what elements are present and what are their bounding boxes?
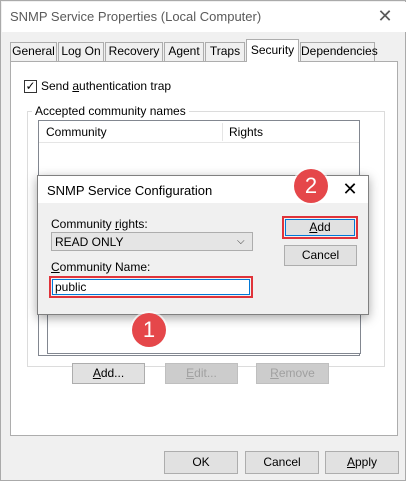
community-rights-value: READ ONLY bbox=[55, 235, 124, 249]
remove-community-button[interactable]: Remove bbox=[256, 363, 329, 384]
checkmark-icon: ✓ bbox=[25, 79, 36, 93]
community-name-label: Community Name: bbox=[51, 260, 151, 274]
community-rights-label: Community rights: bbox=[51, 217, 148, 231]
apply-button[interactable]: Apply bbox=[325, 451, 399, 474]
send-auth-trap-checkbox[interactable]: ✓ bbox=[24, 80, 37, 93]
rights-column-header[interactable]: Rights bbox=[229, 125, 263, 139]
community-rights-select[interactable]: READ ONLY ⌵ bbox=[51, 232, 253, 251]
step-badge-1: 1 bbox=[132, 313, 166, 347]
window-title: SNMP Service Properties (Local Computer) bbox=[10, 9, 262, 24]
tab-agent[interactable]: Agent bbox=[164, 42, 204, 61]
tab-traps[interactable]: Traps bbox=[205, 42, 245, 61]
tab-general[interactable]: General bbox=[10, 42, 57, 61]
dialog-cancel-button[interactable]: Cancel bbox=[284, 245, 357, 266]
step-badge-2: 2 bbox=[294, 169, 328, 203]
community-column-header[interactable]: Community bbox=[46, 125, 107, 139]
column-divider bbox=[222, 123, 223, 141]
community-name-value: public bbox=[55, 280, 87, 294]
tab-security[interactable]: Security bbox=[246, 39, 299, 62]
add-community-button[interactable]: Add... bbox=[72, 363, 145, 384]
tab-dependencies[interactable]: Dependencies bbox=[300, 42, 378, 61]
dialog-add-button[interactable]: Add bbox=[285, 219, 355, 236]
accepted-community-label: Accepted community names bbox=[32, 104, 189, 118]
close-icon[interactable]: ✕ bbox=[375, 6, 395, 26]
dialog-close-icon[interactable]: ✕ bbox=[340, 179, 360, 199]
cancel-button[interactable]: Cancel bbox=[245, 451, 319, 474]
dialog-title: SNMP Service Configuration bbox=[47, 183, 213, 198]
community-name-input[interactable]: public bbox=[52, 279, 250, 295]
send-auth-trap-label[interactable]: Send authentication trap bbox=[41, 79, 171, 93]
tab-recovery[interactable]: Recovery bbox=[105, 42, 163, 61]
tab-log-on[interactable]: Log On bbox=[58, 42, 104, 61]
chevron-down-icon: ⌵ bbox=[237, 236, 245, 247]
ok-button[interactable]: OK bbox=[164, 451, 238, 474]
edit-community-button[interactable]: Edit... bbox=[165, 363, 238, 384]
